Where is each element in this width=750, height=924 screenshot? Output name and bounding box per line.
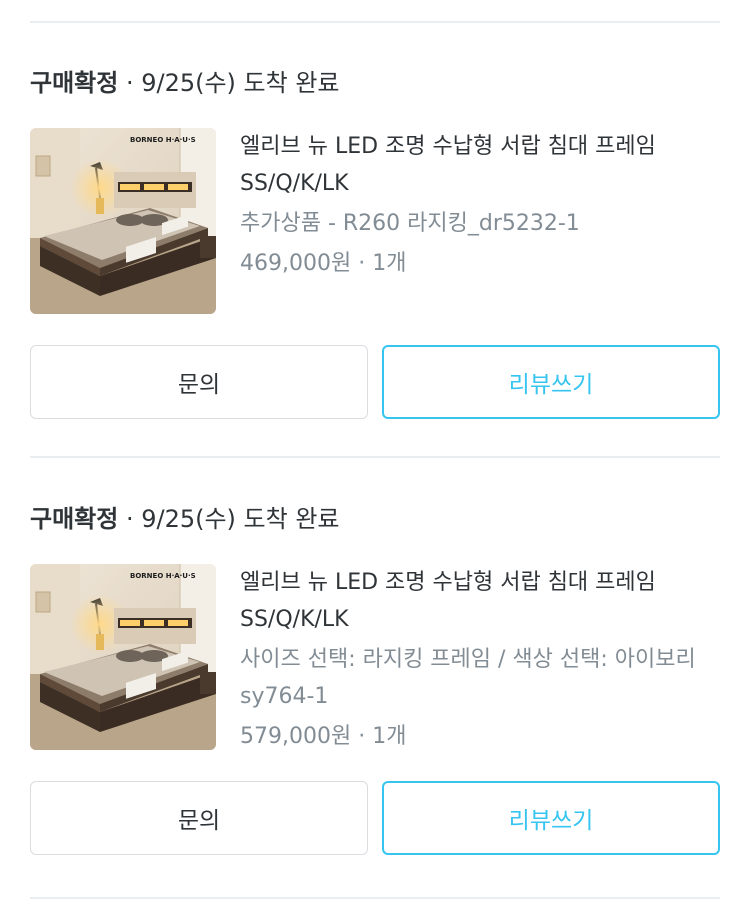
product-info: 엘리브 뉴 LED 조명 수납형 서랍 침대 프레임 SS/Q/K/LK 추가상… <box>240 128 720 282</box>
divider-top <box>30 21 720 23</box>
product-info: 엘리브 뉴 LED 조명 수납형 서랍 침대 프레임 SS/Q/K/LK 사이즈… <box>240 564 720 755</box>
order-card: 구매확정 · 9/25(수) 도착 완료 BORNEO H·A·U·S 엘리브 … <box>30 58 720 419</box>
inquiry-button[interactable]: 문의 <box>30 345 368 419</box>
delivery-date: · 9/25(수) 도착 완료 <box>118 69 340 97</box>
product-option: 추가상품 - R260 라지킹_dr5232-1 <box>240 211 580 236</box>
status-label: 구매확정 <box>30 505 119 533</box>
write-review-button[interactable]: 리뷰쓰기 <box>382 781 720 855</box>
brand-logo: BORNEO H·A·U·S <box>130 136 196 144</box>
product-title[interactable]: 엘리브 뉴 LED 조명 수납형 서랍 침대 프레임 SS/Q/K/LK <box>240 128 720 202</box>
status-label: 구매확정 <box>30 69 119 97</box>
divider-bottom <box>30 897 720 899</box>
delivery-date: · 9/25(수) 도착 완료 <box>118 505 340 533</box>
product-thumbnail[interactable]: BORNEO H·A·U·S <box>30 128 216 314</box>
order-card: 구매확정 · 9/25(수) 도착 완료 BORNEO H·A·U·S 엘리브 … <box>30 494 720 855</box>
product-title[interactable]: 엘리브 뉴 LED 조명 수납형 서랍 침대 프레임 SS/Q/K/LK <box>240 564 720 638</box>
write-review-button[interactable]: 리뷰쓰기 <box>382 345 720 419</box>
product-option: 사이즈 선택: 라지킹 프레임 / 색상 선택: 아이보리 sy764-1 <box>240 647 696 709</box>
price-quantity: 469,000원 · 1개 <box>240 251 407 276</box>
order-status: 구매확정 · 9/25(수) 도착 완료 <box>30 68 340 98</box>
brand-logo: BORNEO H·A·U·S <box>130 572 196 580</box>
divider-middle <box>30 456 720 458</box>
price-quantity: 579,000원 · 1개 <box>240 724 407 749</box>
order-status: 구매확정 · 9/25(수) 도착 완료 <box>30 504 340 534</box>
inquiry-button[interactable]: 문의 <box>30 781 368 855</box>
product-thumbnail[interactable]: BORNEO H·A·U·S <box>30 564 216 750</box>
